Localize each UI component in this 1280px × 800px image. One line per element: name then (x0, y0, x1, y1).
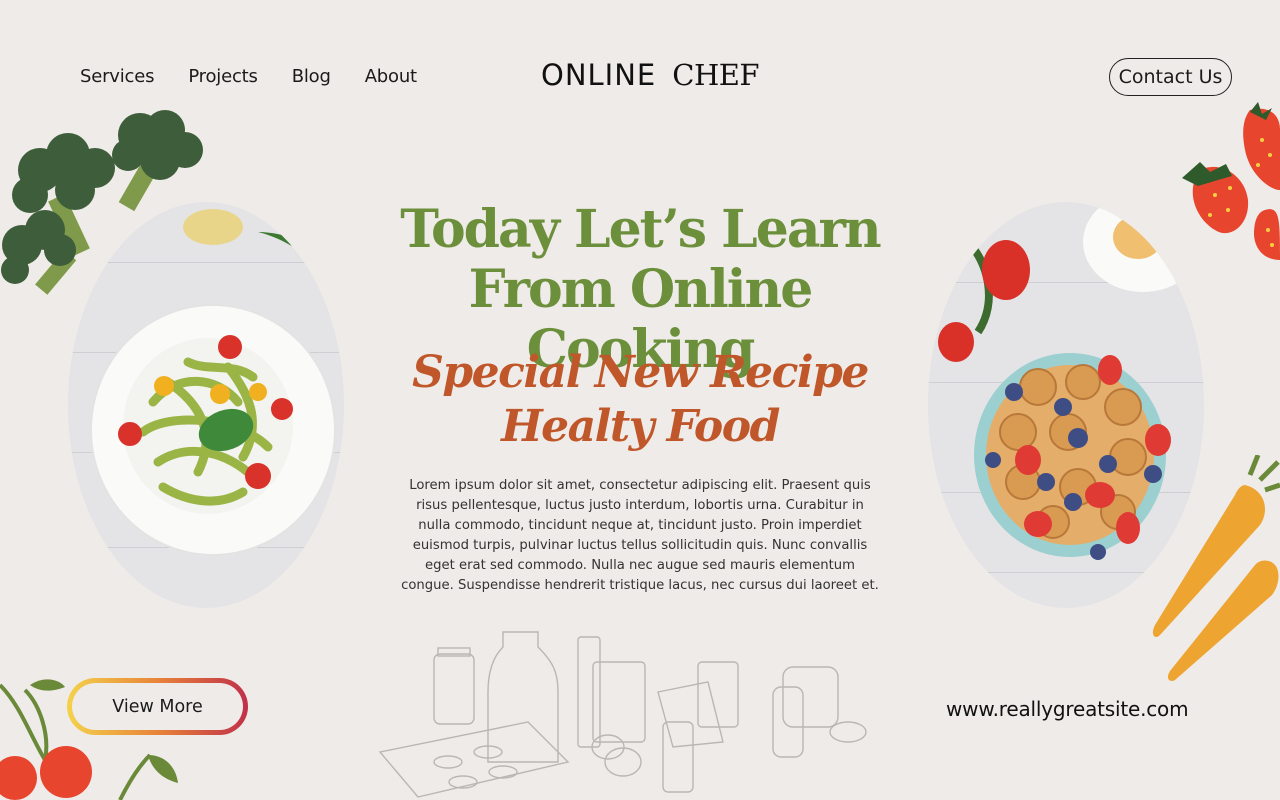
strawberry-illustration (1182, 102, 1280, 260)
kitchen-ingredients-sketch (378, 631, 867, 798)
hero-subheadline: Special New Recipe Healty Food (380, 346, 900, 454)
carrot-illustration (1152, 455, 1280, 681)
nav-about[interactable]: About (365, 66, 417, 87)
subheadline-line-1: Special New Recipe (412, 347, 869, 398)
contact-us-button[interactable]: Contact Us (1109, 58, 1232, 96)
logo-chef: CHEF (672, 58, 760, 92)
pasta-plate-icon (90, 209, 344, 556)
hero-description: Lorem ipsum dolor sit amet, consectetur … (401, 478, 879, 593)
headline-line-1: Today Let’s Learn (400, 199, 881, 260)
site-logo[interactable]: ONLINE CHEF (541, 58, 760, 92)
main-nav: Services Projects Blog About (80, 66, 451, 87)
logo-online: ONLINE (541, 58, 657, 92)
subheadline-line-2: Healty Food (501, 401, 780, 452)
nav-projects[interactable]: Projects (188, 66, 258, 87)
nav-blog[interactable]: Blog (292, 66, 331, 87)
website-url[interactable]: www.reallygreatsite.com (946, 697, 1189, 721)
view-more-label: View More (72, 683, 243, 730)
view-more-button[interactable]: View More (67, 678, 248, 735)
pasta-dish-image (68, 202, 344, 608)
nav-services[interactable]: Services (80, 66, 155, 87)
